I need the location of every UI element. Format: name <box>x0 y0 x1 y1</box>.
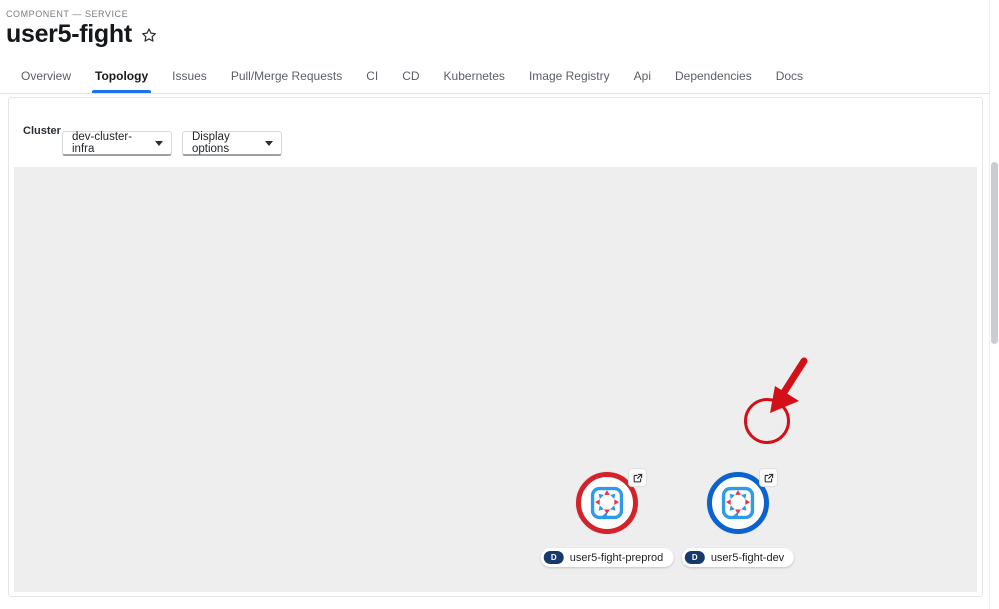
tab-overview[interactable]: Overview <box>9 62 83 92</box>
tab-image-registry[interactable]: Image Registry <box>517 62 622 92</box>
breadcrumb: COMPONENT — SERVICE <box>6 9 129 19</box>
topology-canvas[interactable]: Duser5-fight-preprodDuser5-fight-devDuse… <box>14 167 977 592</box>
tab-kubernetes[interactable]: Kubernetes <box>432 62 517 92</box>
chevron-down-icon <box>265 140 273 146</box>
node-name: user5-fight-preprod <box>569 551 664 564</box>
graph-node-preprod[interactable]: Duser5-fight-preprod <box>540 468 674 567</box>
node-name: user5-fight-dev <box>710 551 785 564</box>
topology-page: COMPONENT — SERVICE user5-fight Overview… <box>0 0 999 609</box>
annotation-arrow <box>770 357 808 413</box>
tab-issues[interactable]: Issues <box>160 62 219 92</box>
chevron-down-icon <box>155 140 163 146</box>
node-kind-badge: D <box>543 551 564 564</box>
page-title: user5-fight <box>6 20 132 48</box>
node-label-preprod[interactable]: Duser5-fight-preprod <box>540 548 674 567</box>
node-label-dev[interactable]: Duser5-fight-dev <box>681 548 795 567</box>
page-scrollbar-thumb[interactable] <box>991 162 998 344</box>
star-outline-icon[interactable] <box>141 27 157 43</box>
annotation-circle <box>744 398 790 444</box>
tab-dependencies[interactable]: Dependencies <box>663 62 764 92</box>
cluster-label: Cluster <box>23 125 61 137</box>
display-options-label: Display options <box>192 131 230 155</box>
tab-ci[interactable]: CI <box>354 62 390 92</box>
cluster-select[interactable]: dev-cluster-infra <box>62 131 172 156</box>
external-link-icon[interactable] <box>759 468 778 487</box>
argo-cd-icon <box>590 486 624 520</box>
tab-topology[interactable]: Topology <box>83 62 160 93</box>
topology-toolbar: Cluster dev-cluster-infra Display option… <box>9 98 982 167</box>
tab-cd[interactable]: CD <box>390 62 431 92</box>
argo-cd-icon <box>721 486 755 520</box>
tab-api[interactable]: Api <box>622 62 663 92</box>
external-link-icon[interactable] <box>628 468 647 487</box>
cluster-select-value: dev-cluster-infra <box>72 131 133 155</box>
display-options-select[interactable]: Display options <box>182 131 282 156</box>
page-title-row: user5-fight <box>6 22 157 47</box>
page-scrollbar[interactable] <box>989 0 999 609</box>
tab-pull-merge-requests[interactable]: Pull/Merge Requests <box>219 62 354 92</box>
topology-card: Cluster dev-cluster-infra Display option… <box>8 97 983 597</box>
tab-bar: Overview Topology Issues Pull/Merge Request… <box>0 62 999 94</box>
tab-docs[interactable]: Docs <box>764 62 815 92</box>
graph-node-dev[interactable]: Duser5-fight-dev <box>681 468 795 567</box>
node-kind-badge: D <box>684 551 705 564</box>
